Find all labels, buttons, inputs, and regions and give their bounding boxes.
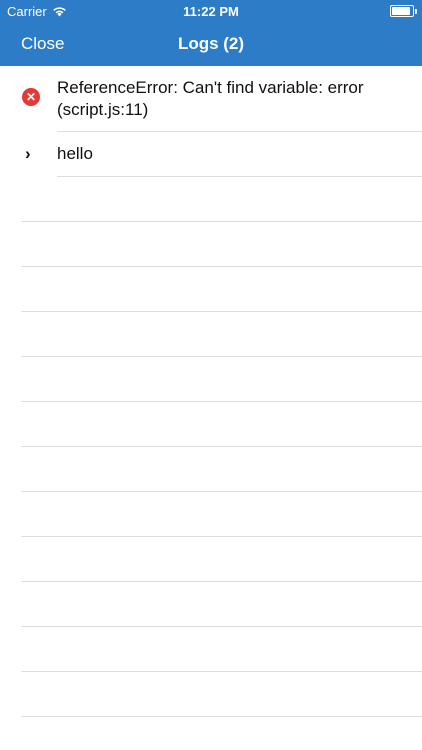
page-title: Logs (2) <box>177 34 245 53</box>
empty-row <box>21 537 422 582</box>
battery-level <box>392 7 410 15</box>
empty-row <box>21 447 422 492</box>
empty-row <box>21 177 422 222</box>
chevron-right-icon: › <box>25 144 31 163</box>
nav-bar: Close Logs (2) <box>0 22 422 66</box>
empty-row <box>21 672 422 717</box>
empty-row <box>21 357 422 402</box>
empty-row <box>21 222 422 267</box>
row-separator <box>57 176 422 177</box>
log-entry-log[interactable]: › hello <box>0 132 422 177</box>
log-message: ReferenceError: Can't find variable: err… <box>57 78 364 119</box>
empty-row <box>21 627 422 672</box>
empty-row <box>21 267 422 312</box>
log-list: ✕ ReferenceError: Can't find variable: e… <box>0 66 422 750</box>
battery-icon <box>390 5 417 17</box>
log-entry-error[interactable]: ✕ ReferenceError: Can't find variable: e… <box>0 66 422 132</box>
log-message: hello <box>57 144 93 163</box>
top-bar: Carrier 11:22 PM Close Logs (2) <box>0 0 422 66</box>
empty-row <box>21 312 422 357</box>
error-circle-icon: ✕ <box>22 88 40 106</box>
status-bar: Carrier 11:22 PM <box>0 0 422 22</box>
status-time: 11:22 PM <box>183 4 239 19</box>
empty-row <box>21 582 422 627</box>
empty-row <box>21 492 422 537</box>
empty-row <box>21 402 422 447</box>
